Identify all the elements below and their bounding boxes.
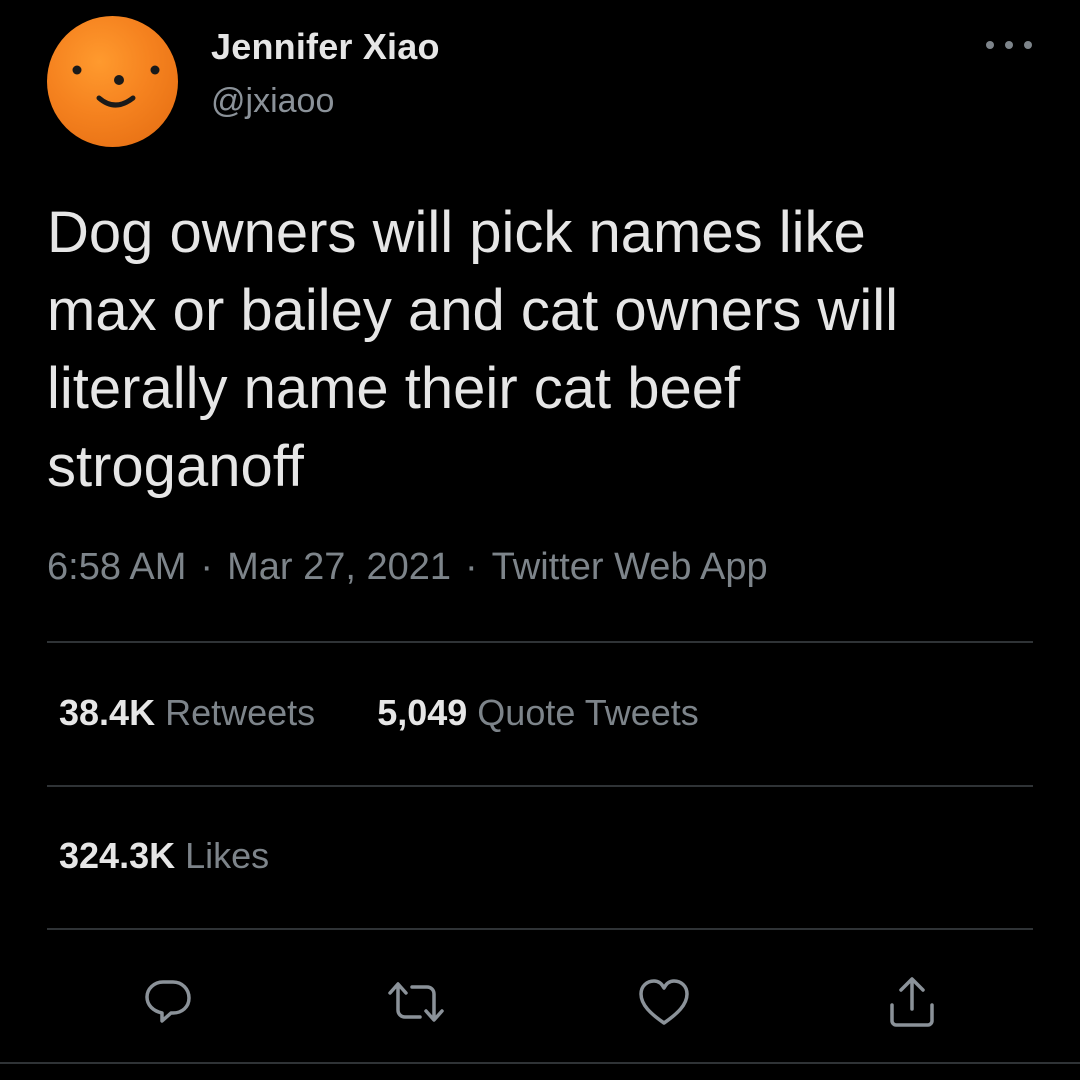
tweet-text: Dog owners will pick names like max or b… [47,200,899,499]
quote-tweets-stat[interactable]: 5,049 Quote Tweets [377,692,699,734]
share-button[interactable] [882,972,942,1032]
reply-icon [145,980,191,1023]
divider [47,641,1033,643]
tweet-header: Jennifer Xiao @jxiaoo [0,0,1080,180]
retweets-label: Retweets [165,692,316,733]
divider [47,928,1033,930]
tweet-source[interactable]: Twitter Web App [492,546,768,588]
engagement-stats: 38.4K Retweets 5,049 Quote Tweets [59,692,699,752]
more-options-icon[interactable] [986,30,1032,60]
user-handle[interactable]: @jxiaoo [211,82,334,121]
quote-tweets-count: 5,049 [377,692,468,733]
retweet-button[interactable] [386,972,446,1032]
reply-button[interactable] [138,972,198,1032]
divider [47,785,1033,787]
avatar[interactable] [47,16,178,147]
tweet-date[interactable]: Mar 27, 2021 [227,546,451,588]
likes-row: 324.3K Likes [59,835,269,895]
likes-label: Likes [185,835,270,876]
retweets-stat[interactable]: 38.4K Retweets [59,692,315,734]
likes-count: 324.3K [59,835,176,876]
smiley-face-icon [72,65,160,108]
like-icon [639,979,689,1025]
quote-tweets-label: Quote Tweets [477,692,699,733]
dot [1005,41,1013,49]
dot [1024,41,1032,49]
likes-stat[interactable]: 324.3K Likes [59,835,269,877]
meta-separator: · [465,546,478,588]
dot [986,41,994,49]
divider [0,1062,1080,1064]
share-icon [890,977,934,1027]
tweet-actions [0,960,1080,1040]
like-button[interactable] [634,972,694,1032]
tweet-metadata: 6:58 AM · Mar 27, 2021 · Twitter Web App [47,546,768,589]
tweet-time[interactable]: 6:58 AM [47,546,186,588]
retweets-count: 38.4K [59,692,156,733]
retweet-icon [388,982,444,1022]
display-name[interactable]: Jennifer Xiao [211,26,440,68]
meta-separator: · [200,546,214,588]
